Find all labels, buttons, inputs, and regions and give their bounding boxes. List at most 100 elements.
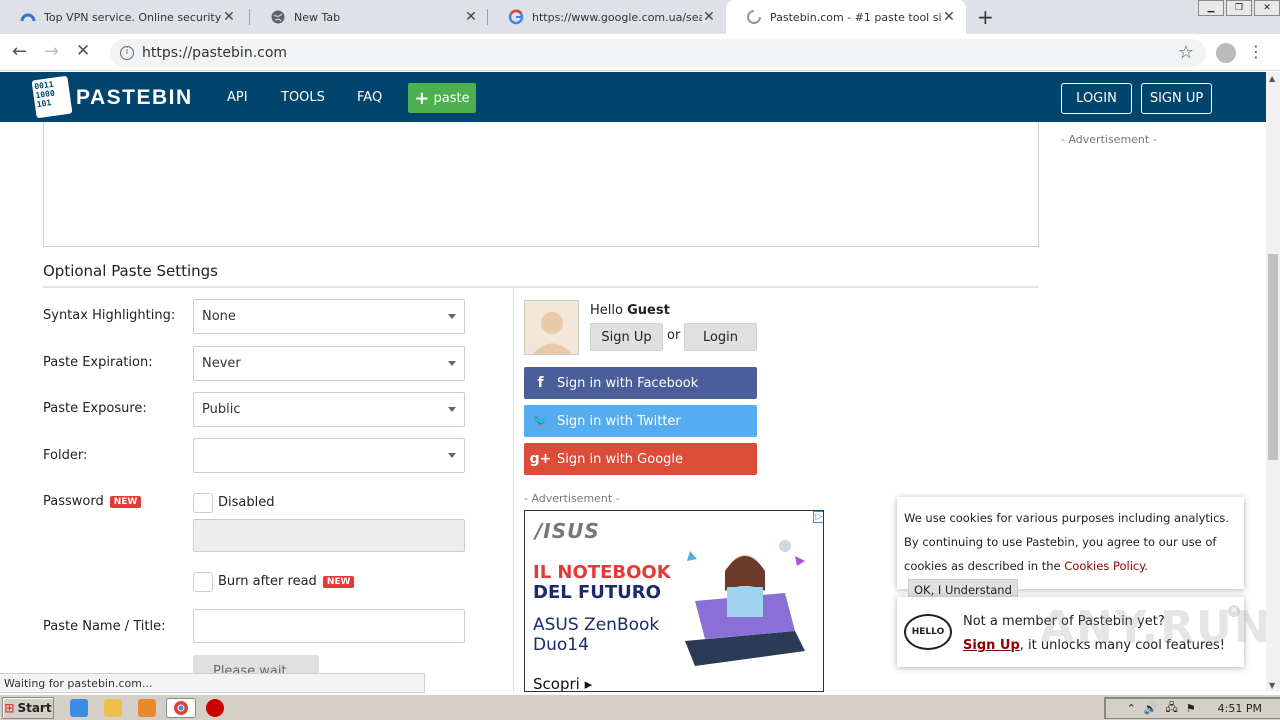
restore-button[interactable]: ❐ [1226,0,1252,16]
vertical-scrollbar[interactable]: ▲ ▼ [1266,72,1280,692]
settings-title: Optional Paste Settings [43,262,218,280]
facebook-label: Sign in with Facebook [557,375,699,391]
new-tab-button[interactable]: + [977,5,994,29]
ad-line4: Duo14 [533,635,589,655]
nav-faq[interactable]: FAQ [357,90,382,105]
explorer-icon[interactable] [104,699,122,717]
login-button[interactable]: LOGIN [1061,83,1132,114]
ad-line3: ASUS ZenBook [533,615,660,635]
exposure-select[interactable]: Public [193,392,465,427]
or-text: or [667,328,681,343]
guest-name: Guest [627,303,670,318]
chrome-taskbar-button[interactable] [166,698,196,718]
stop-icon[interactable]: ✕ [76,41,90,61]
burn-checkbox[interactable] [193,572,213,592]
google-signin-button[interactable]: g+ Sign in with Google [524,443,757,475]
globe-icon [270,9,286,25]
signup-button-box[interactable]: Sign Up [590,323,663,351]
google-label: Sign in with Google [557,451,684,467]
signup-button[interactable]: SIGN UP [1141,83,1212,114]
password-checkbox[interactable] [193,493,213,513]
caret-down-icon [448,361,456,366]
system-tray: ⌃ 🔊 🖧 ⚑ 4:51 PM [1104,697,1280,719]
bookmark-star-icon[interactable]: ☆ [1178,42,1194,63]
sidebar-ad-label: - Advertisement - [1061,133,1157,146]
caret-down-icon [448,314,456,319]
nav-tools[interactable]: TOOLS [281,90,325,105]
ad-line1: IL NOTEBOOK [533,562,671,583]
scroll-up-icon[interactable]: ▲ [1269,74,1275,83]
profile-icon[interactable] [1216,43,1236,63]
google-plus-icon: g+ [529,451,552,467]
syntax-select[interactable]: None [193,299,465,334]
windows-logo-icon: ⊞ [4,701,15,715]
burn-label: Burn after read NEW [218,574,355,589]
ad-cta[interactable]: Scopri ▸ [533,675,592,691]
divider [43,286,1039,288]
taskbar: ⊞ Start ⌃ 🔊 🖧 ⚑ 4:51 PM [0,694,1280,720]
password-label-text: Password [43,494,104,509]
watermark: ANY.RUN [1040,602,1266,653]
promo-signup-link[interactable]: Sign Up [963,638,1020,653]
new-badge: NEW [322,575,355,588]
cookies-policy-link[interactable]: Cookies Policy [1064,559,1144,573]
address-bar[interactable]: i https://pastebin.com [110,39,1206,67]
paste-textarea[interactable] [43,122,1039,247]
back-icon[interactable]: ← [12,41,27,62]
pastebin-logo-icon[interactable]: 0011 1000 101 [31,75,73,119]
twitter-signin-button[interactable]: 🐦 Sign in with Twitter [524,405,757,437]
scroll-thumb[interactable] [1268,254,1278,460]
ad-headline: IL NOTEBOOK DEL FUTURO [533,563,671,603]
ie-icon[interactable] [70,699,88,717]
twitter-label: Sign in with Twitter [557,413,681,429]
volume-icon[interactable]: 🔊 [1144,702,1158,715]
login-button-box[interactable]: Login [684,323,757,351]
close-tab-icon[interactable]: ✕ [222,9,236,25]
folder-select[interactable] [193,438,465,473]
forward-icon[interactable]: → [44,41,59,62]
menu-icon[interactable]: ⋮ [1248,42,1264,61]
tab-google-search[interactable]: https://www.google.com.ua/search? ✕ [488,0,726,34]
tray-arrow-icon[interactable]: ⌃ [1127,702,1136,715]
syntax-label: Syntax Highlighting: [43,308,176,323]
tab-new-tab[interactable]: New Tab ✕ [250,0,488,34]
facebook-icon: f [537,375,544,391]
close-tab-icon[interactable]: ✕ [702,9,716,25]
url-text: https://pastebin.com [142,45,288,61]
new-paste-button[interactable]: + paste [408,83,476,113]
adchoices-icon[interactable]: ▷ [813,511,823,523]
info-icon[interactable]: i [120,46,134,60]
close-window-button[interactable]: ✕ [1254,0,1280,16]
close-tab-icon[interactable]: ✕ [942,9,956,25]
start-label: Start [17,701,52,715]
paste-label: paste [433,90,470,106]
expiration-select[interactable]: Never [193,346,465,381]
advertisement[interactable]: /ISUS IL NOTEBOOK DEL FUTURO ASUS ZenBook… [524,510,824,692]
cookie-notice: We use cookies for various purposes incl… [897,497,1244,601]
site-brand[interactable]: PASTEBIN [76,86,193,110]
paste-name-input[interactable] [193,609,465,643]
divider [513,288,514,692]
avatar [524,300,579,355]
flag-icon[interactable]: ⚑ [1186,702,1196,715]
paste-name-label: Paste Name / Title: [43,619,166,634]
expiration-label: Paste Expiration: [43,355,153,370]
opera-icon[interactable] [206,699,224,717]
minimize-button[interactable]: ▁ [1198,0,1224,16]
facebook-signin-button[interactable]: f Sign in with Facebook [524,367,757,399]
ad-brand: /ISUS [535,519,600,543]
start-button[interactable]: ⊞ Start [2,697,54,719]
exposure-label: Paste Exposure: [43,401,147,416]
toolbar: ← → ✕ i https://pastebin.com ☆ ⋮ [0,34,1280,71]
close-tab-icon[interactable]: ✕ [464,9,478,25]
tab-pastebin[interactable]: Pastebin.com - #1 paste tool since 2 ✕ [726,0,966,34]
caret-down-icon [448,453,456,458]
media-player-icon[interactable] [138,699,156,717]
tab-title: https://www.google.com.ua/search? [532,10,702,24]
laptop-image [685,540,805,666]
scroll-down-icon[interactable]: ▼ [1269,681,1275,690]
tab-title: New Tab [294,10,341,24]
network-icon[interactable]: 🖧 [1166,699,1178,718]
tab-vpn[interactable]: Top VPN service. Online security sta ✕ [0,0,246,34]
nav-api[interactable]: API [227,90,248,105]
